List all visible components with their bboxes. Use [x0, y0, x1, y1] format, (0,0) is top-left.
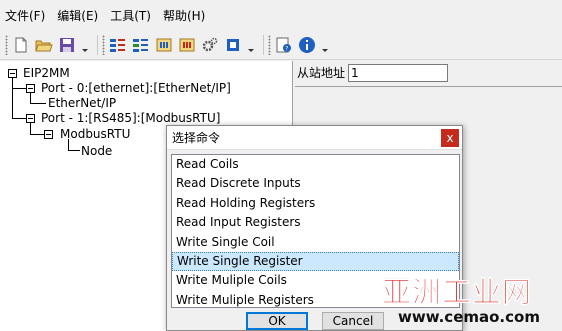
watermark-logo-text: 亚洲工业网: [382, 275, 533, 310]
tree-connector: [30, 103, 46, 104]
cancel-button[interactable]: Cancel: [322, 312, 384, 330]
help-doc-icon[interactable]: ?: [275, 36, 293, 54]
new-file-icon[interactable]: [12, 36, 30, 54]
svg-text:?: ?: [285, 46, 288, 53]
tree-port1-label[interactable]: Port - 1:[RS485]:[ModbusRTU]: [41, 111, 220, 125]
tree-connector: [68, 139, 69, 150]
menu-help[interactable]: 帮助(H): [160, 6, 214, 26]
menu-file[interactable]: 文件(F): [2, 6, 54, 26]
tree-connector: [30, 123, 31, 134]
tree-collapse-toggle[interactable]: [8, 69, 17, 78]
ok-button[interactable]: OK: [246, 312, 308, 330]
tree-connector: [12, 78, 13, 118]
command-item[interactable]: Read Input Registers: [172, 213, 459, 232]
tree-connector: [68, 150, 80, 151]
command-item[interactable]: Read Holding Registers: [172, 194, 459, 213]
command-item[interactable]: Read Coils: [172, 155, 459, 174]
slave-address-label: 从站地址: [297, 66, 346, 80]
watermark: 亚洲工业网 www.cemao.com: [380, 267, 562, 331]
tree-root-label[interactable]: EIP2MM: [23, 66, 70, 80]
tree-collapse-toggle[interactable]: [26, 114, 35, 123]
menu-edit[interactable]: 编辑(E): [54, 6, 107, 26]
info-icon[interactable]: [298, 36, 316, 54]
tree-connector: [30, 134, 44, 135]
tree-collapse-toggle[interactable]: [44, 130, 53, 139]
toolbar-separator: [263, 35, 264, 55]
close-icon[interactable]: x: [441, 129, 459, 147]
toolbar-separator: [97, 35, 98, 55]
remove-node-icon[interactable]: [132, 36, 150, 54]
open-folder-icon[interactable]: [35, 36, 53, 54]
toolbar-grip[interactable]: [268, 35, 271, 55]
tree-ethernetip-label[interactable]: EtherNet/IP: [48, 96, 116, 110]
tree-modbusrtu-label[interactable]: ModbusRTU: [60, 127, 130, 141]
dialog-title: 选择命令: [172, 131, 221, 145]
slave-address-input[interactable]: 1: [348, 64, 448, 82]
tree-connector: [12, 88, 26, 89]
info-dropdown-icon[interactable]: [321, 36, 329, 54]
menu-tools[interactable]: 工具(T): [107, 6, 160, 26]
dialog-title-bar[interactable]: 选择命令 x: [167, 126, 462, 150]
tree-connector: [30, 93, 31, 103]
command-item[interactable]: Read Discrete Inputs: [172, 174, 459, 193]
chip-icon[interactable]: [224, 36, 242, 54]
toolbar-grip[interactable]: [102, 35, 105, 55]
settings-icon[interactable]: [201, 36, 219, 54]
menu-bar: 文件(F) 编辑(E) 工具(T) 帮助(H): [0, 0, 562, 31]
toolbar-grip[interactable]: [5, 35, 8, 55]
command-item[interactable]: Write Single Coil: [172, 233, 459, 252]
chip-dropdown-icon[interactable]: [247, 36, 255, 54]
tree-node-label[interactable]: Node: [81, 144, 112, 158]
tree-port0-label[interactable]: Port - 0:[ethernet]:[EtherNet/IP]: [41, 81, 231, 95]
read-icon[interactable]: [155, 36, 173, 54]
save-dropdown-icon[interactable]: [81, 36, 89, 54]
tree-collapse-toggle[interactable]: [26, 84, 35, 93]
add-node-icon[interactable]: [109, 36, 127, 54]
watermark-url: www.cemao.com: [398, 308, 540, 326]
toolbar: ?: [0, 31, 562, 60]
tree-connector: [12, 118, 26, 119]
write-icon[interactable]: [178, 36, 196, 54]
panel-divider: [295, 86, 562, 87]
save-icon[interactable]: [58, 36, 76, 54]
